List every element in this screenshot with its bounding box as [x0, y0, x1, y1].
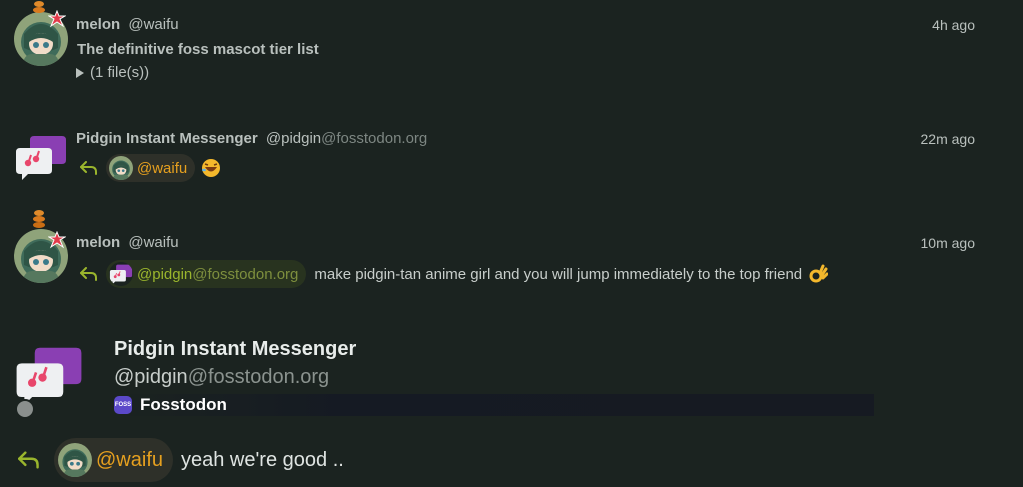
author-name[interactable]: melon	[76, 16, 120, 33]
author-handle[interactable]: @waifu	[128, 234, 178, 251]
disclosure-triangle-icon	[76, 67, 84, 78]
mention-label: @waifu	[96, 448, 163, 471]
post-time[interactable]: 22m ago	[921, 131, 975, 147]
post-subject: The definitive foss mascot tier list	[77, 41, 319, 58]
author-name[interactable]: Pidgin Instant Messenger	[76, 130, 258, 147]
attachments-label: (1 file(s))	[90, 64, 150, 81]
post-time[interactable]: 4h ago	[932, 17, 975, 33]
pidgin-avatar[interactable]	[14, 130, 68, 184]
post-header: melon @waifu	[76, 16, 179, 33]
mention-pidgin[interactable]: @pidgin @fosstodon.org	[106, 260, 307, 288]
post-2: Pidgin Instant Messenger @pidgin@fosstod…	[0, 120, 1023, 200]
anger-symbol-badge-icon	[47, 9, 67, 28]
mention-label: @waifu	[137, 159, 188, 177]
reply-arrow-icon	[80, 161, 98, 175]
post-body: @pidgin @fosstodon.org make pidgin-tan an…	[80, 260, 829, 288]
pidgin-mini-avatar	[109, 262, 133, 286]
status-indicator	[15, 399, 35, 419]
post-3: melon @waifu 10m ago @pidgin @fosstodon.o…	[0, 205, 1023, 295]
mention-domain: @fosstodon.org	[192, 265, 299, 283]
carrot-stack-icon	[32, 0, 46, 16]
carrot-stack-icon	[32, 208, 46, 230]
mention-waifu[interactable]: @waifu	[54, 438, 173, 482]
instance-row[interactable]: FOSS Fosstodon	[114, 394, 874, 416]
reply-arrow-icon	[18, 451, 40, 469]
author-handle[interactable]: @waifu	[128, 16, 178, 33]
mention-user: @pidgin	[137, 265, 193, 283]
focused-body: @waifu yeah we're good ..	[18, 438, 344, 482]
focused-author-name[interactable]: Pidgin Instant Messenger	[114, 338, 356, 361]
focused-author-handle[interactable]: @pidgin@fosstodon.org	[114, 366, 329, 389]
focused-text: yeah we're good ..	[181, 448, 344, 471]
post-header: Pidgin Instant Messenger @pidgin@fosstod…	[76, 130, 427, 147]
instance-name: Fosstodon	[140, 395, 227, 414]
attachments-toggle[interactable]: (1 file(s))	[76, 64, 149, 81]
waifu-mini-avatar	[58, 443, 92, 477]
waifu-mini-avatar	[109, 156, 133, 180]
rolling-on-floor-laughing-icon	[201, 158, 221, 178]
author-name[interactable]: melon	[76, 234, 120, 251]
fosstodon-icon: FOSS	[114, 396, 132, 414]
post-text: make pidgin-tan anime girl and you will …	[314, 265, 803, 283]
post-1: melon @waifu 4h ago The definitive foss …	[0, 0, 1023, 110]
post-time[interactable]: 10m ago	[921, 235, 975, 251]
ok-hand-icon	[808, 264, 829, 284]
reply-arrow-icon	[80, 267, 98, 281]
post-header: melon @waifu	[76, 234, 179, 251]
post-body: @waifu	[80, 154, 221, 182]
mention-waifu[interactable]: @waifu	[106, 154, 196, 182]
anger-symbol-badge-icon	[47, 230, 67, 249]
author-handle[interactable]: @pidgin@fosstodon.org	[266, 130, 427, 147]
